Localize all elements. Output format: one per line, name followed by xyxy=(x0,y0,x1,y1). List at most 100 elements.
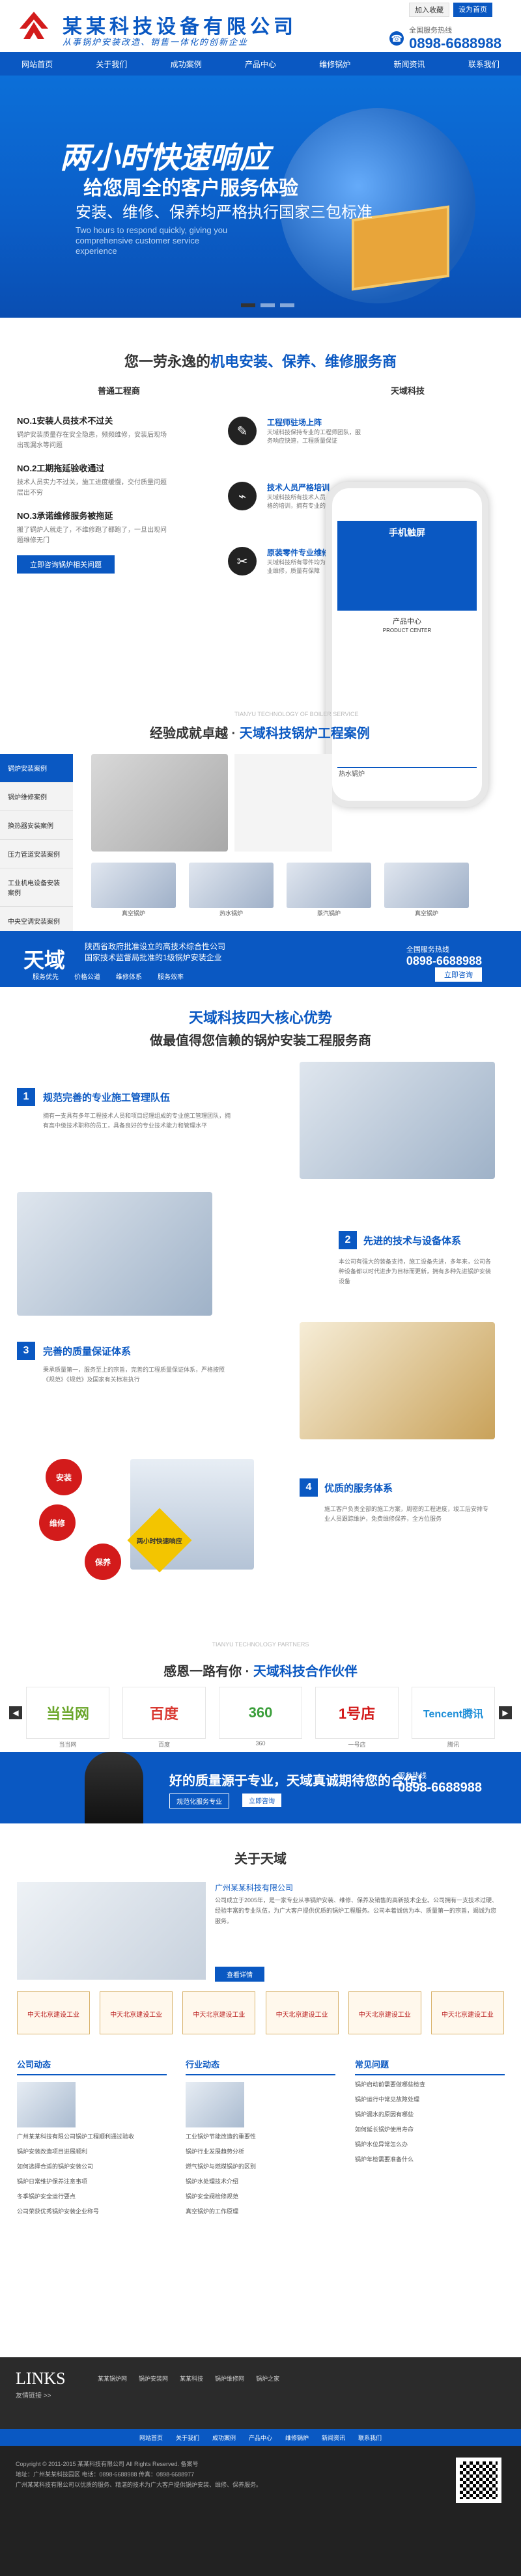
quote-consult-button[interactable]: 立即咨询 xyxy=(242,1794,281,1807)
slider-dots[interactable] xyxy=(241,303,294,307)
news-item[interactable]: 锅炉水位异常怎么办 xyxy=(355,2139,505,2150)
tab-boiler-repair[interactable]: 锅炉维修案例 xyxy=(0,782,73,811)
case-thumb[interactable] xyxy=(91,863,176,908)
problem-1-text: 锅炉安装质量存在安全隐患，频频维修，安装后现场出现漏水等问题 xyxy=(17,432,167,449)
footer-nav-item[interactable]: 产品中心 xyxy=(249,2433,272,2442)
footer-copyright: Copyright © 2011-2015 某某科技有限公司 All Right… xyxy=(16,2461,199,2467)
news-item[interactable]: 锅炉安装改造项目进展顺利 xyxy=(17,2146,167,2157)
tab-pressure-pipe[interactable]: 压力管道安装案例 xyxy=(0,840,73,868)
footer-nav-item[interactable]: 联系我们 xyxy=(358,2433,382,2442)
case-image-main[interactable] xyxy=(91,754,228,852)
nav-products[interactable]: 产品中心 xyxy=(245,59,276,70)
engineer-icon: ✎ xyxy=(228,417,257,445)
phone-icon: ☎ xyxy=(389,31,404,46)
header-hotline: ☎ 全国服务热线 0898-6688988 xyxy=(389,25,501,52)
footer-address: 地址：广州某某科技园区 电话：0898-6688988 传真：0898-6688… xyxy=(16,2471,195,2478)
homepage-link[interactable]: 设为首页 xyxy=(453,3,492,17)
partner-label: 当当网 xyxy=(59,1741,77,1748)
problem-2-text: 技术人员实力不过关，施工进度缓慢，交付质量问题层出不穷 xyxy=(17,479,167,497)
footer-nav-item[interactable]: 维修锅炉 xyxy=(285,2433,309,2442)
case-thumb[interactable] xyxy=(384,863,469,908)
circle-repair: 维修 xyxy=(39,1504,76,1541)
advantages-title: 天域科技四大核心优势 xyxy=(188,1010,332,1026)
band-brand: 天域 xyxy=(23,949,66,972)
prev-arrow-icon[interactable]: ◀ xyxy=(9,1706,22,1719)
news-item[interactable]: 冬季锅炉安全运行要点 xyxy=(17,2191,167,2202)
cases-en: TIANYU TECHNOLOGY OF BOILER SERVICE xyxy=(234,711,359,717)
news-item[interactable]: 锅炉日常维护保养注意事项 xyxy=(17,2176,167,2187)
cap-tianyu: 天域科技 xyxy=(391,386,425,396)
consult-button[interactable]: 立即咨询锅炉相关问题 xyxy=(17,555,115,574)
quote-band: 好的质量源于专业，天域真诚期待您的合作！ 规范化服务专业 立即咨询 服务热线 08… xyxy=(0,1752,521,1823)
news-item[interactable]: 锅炉年检需要准备什么 xyxy=(355,2154,505,2165)
tab-heat-exchanger[interactable]: 换热器安装案例 xyxy=(0,811,73,840)
case-label: 热水锅炉 xyxy=(219,910,243,917)
band-line1: 陕西省政府批准设立的高技术综合性公司 xyxy=(85,942,226,951)
news-item[interactable]: 如何选择合适的锅炉安装公司 xyxy=(17,2161,167,2172)
circle-install: 安装 xyxy=(46,1459,82,1495)
news-item[interactable]: 锅炉安全阀检修规范 xyxy=(186,2191,335,2202)
news-item[interactable]: 锅炉启动前需要做哪些检查 xyxy=(355,2079,505,2090)
news-item[interactable]: 工业锅炉节能改造的重要性 xyxy=(186,2131,335,2142)
quote-tag-button[interactable]: 规范化服务专业 xyxy=(169,1794,229,1808)
partners-title: 感恩一路有你 · 天域科技合作伙伴 xyxy=(163,1665,358,1679)
news-item[interactable]: 燃气锅炉与燃煤锅炉的区别 xyxy=(186,2161,335,2172)
case-image-side[interactable] xyxy=(234,754,332,852)
case-thumb[interactable] xyxy=(189,863,274,908)
case-label: 热水锅炉 xyxy=(339,771,365,778)
footer-nav-item[interactable]: 成功案例 xyxy=(212,2433,236,2442)
footer-nav-item[interactable]: 网站首页 xyxy=(139,2433,163,2442)
news-item[interactable]: 锅炉水处理技术介绍 xyxy=(186,2176,335,2187)
cases-title: 经验成就卓越 · 天域科技锅炉工程案例 xyxy=(150,727,370,741)
partner-logo[interactable]: 当当网 xyxy=(26,1687,109,1739)
news-thumb[interactable] xyxy=(186,2082,244,2127)
adv-2-text: 本公司有强大的装备支持，施工设备先进，多年来，公司各种设备都以时代进步为目标而更… xyxy=(339,1258,492,1284)
about-text: 公司成立于2005年，是一家专业从事锅炉安装、维修、保养及销售的高新技术企业。公… xyxy=(215,1897,498,1924)
footer-nav-item[interactable]: 关于我们 xyxy=(176,2433,199,2442)
partner-logo[interactable]: 百度 xyxy=(122,1687,206,1739)
next-arrow-icon[interactable]: ▶ xyxy=(499,1706,512,1719)
band-consult-button[interactable]: 立即咨询 xyxy=(435,967,482,982)
hero-banner: 两小时快速响应 给您周全的客户服务体验 安装、维修、保养均严格执行国家三包标准 … xyxy=(0,76,521,318)
news-item[interactable]: 广州某某科技有限公司锅炉工程顺利通过验收 xyxy=(17,2131,167,2142)
bookmark-link[interactable]: 加入收藏 xyxy=(409,3,449,17)
footer-nav-item[interactable]: 新闻资讯 xyxy=(322,2433,345,2442)
news-item[interactable]: 锅炉漏水的原因有哪些 xyxy=(355,2109,505,2120)
nav-cases[interactable]: 成功案例 xyxy=(171,59,202,70)
case-thumb[interactable] xyxy=(287,863,371,908)
band-hotline-label: 全国服务热线 xyxy=(406,946,449,954)
partner-logo[interactable]: Tencent腾讯 xyxy=(412,1687,495,1739)
partner-logo[interactable]: 360 xyxy=(219,1687,302,1739)
nav-about[interactable]: 关于我们 xyxy=(96,59,127,70)
friend-link[interactable]: 某某科技 xyxy=(180,2374,203,2383)
cases-tabs: 锅炉安装案例 锅炉维修案例 换热器安装案例 压力管道安装案例 工业机电设备安装案… xyxy=(0,754,73,935)
about-company: 广州某某科技有限公司 xyxy=(215,1883,294,1892)
news-item[interactable]: 锅炉行业发展趋势分析 xyxy=(186,2146,335,2157)
section-comparison-title: 您一劳永逸的机电安装、保养、维修服务商 xyxy=(124,353,397,370)
partner-logo[interactable]: 1号店 xyxy=(315,1687,399,1739)
friend-link[interactable]: 锅炉安装网 xyxy=(139,2374,168,2383)
news-item[interactable]: 锅炉运行中常见故障处理 xyxy=(355,2094,505,2105)
news-item[interactable]: 如何延长锅炉使用寿命 xyxy=(355,2124,505,2135)
tab-boiler-install[interactable]: 锅炉安装案例 xyxy=(0,754,73,782)
advantages-subtitle: 做最值得您信赖的锅炉安装工程服务商 xyxy=(150,1034,371,1048)
feature-3: 维修体系 xyxy=(116,974,142,981)
friend-link[interactable]: 锅炉之家 xyxy=(256,2374,279,2383)
nav-contact[interactable]: 联系我们 xyxy=(468,59,500,70)
nav-news[interactable]: 新闻资讯 xyxy=(394,59,425,70)
friend-link[interactable]: 某某锅炉网 xyxy=(98,2374,127,2383)
band-hotline: 0898-6688988 xyxy=(406,954,482,967)
phone-product-center: 产品中心 xyxy=(393,618,421,626)
logo-icon xyxy=(20,12,48,39)
news-thumb[interactable] xyxy=(17,2082,76,2127)
news-item[interactable]: 公司荣获优秀锅炉安装企业称号 xyxy=(17,2206,167,2217)
nav-home[interactable]: 网站首页 xyxy=(21,59,53,70)
nav-repair[interactable]: 维修锅炉 xyxy=(319,59,350,70)
news-item[interactable]: 真空锅炉的工作原理 xyxy=(186,2206,335,2217)
about-more-button[interactable]: 查看详情 xyxy=(215,1967,264,1982)
quote-hotline-label: 服务热线 xyxy=(397,1772,427,1780)
tab-industrial[interactable]: 工业机电设备安装案例 xyxy=(0,868,73,907)
about-photo xyxy=(17,1882,206,1980)
friend-link[interactable]: 锅炉维修网 xyxy=(215,2374,244,2383)
advantages-section: 1 规范完善的专业施工管理队伍 拥有一支具有多年工程技术人员和项目经理组成的专业… xyxy=(0,1062,521,1654)
